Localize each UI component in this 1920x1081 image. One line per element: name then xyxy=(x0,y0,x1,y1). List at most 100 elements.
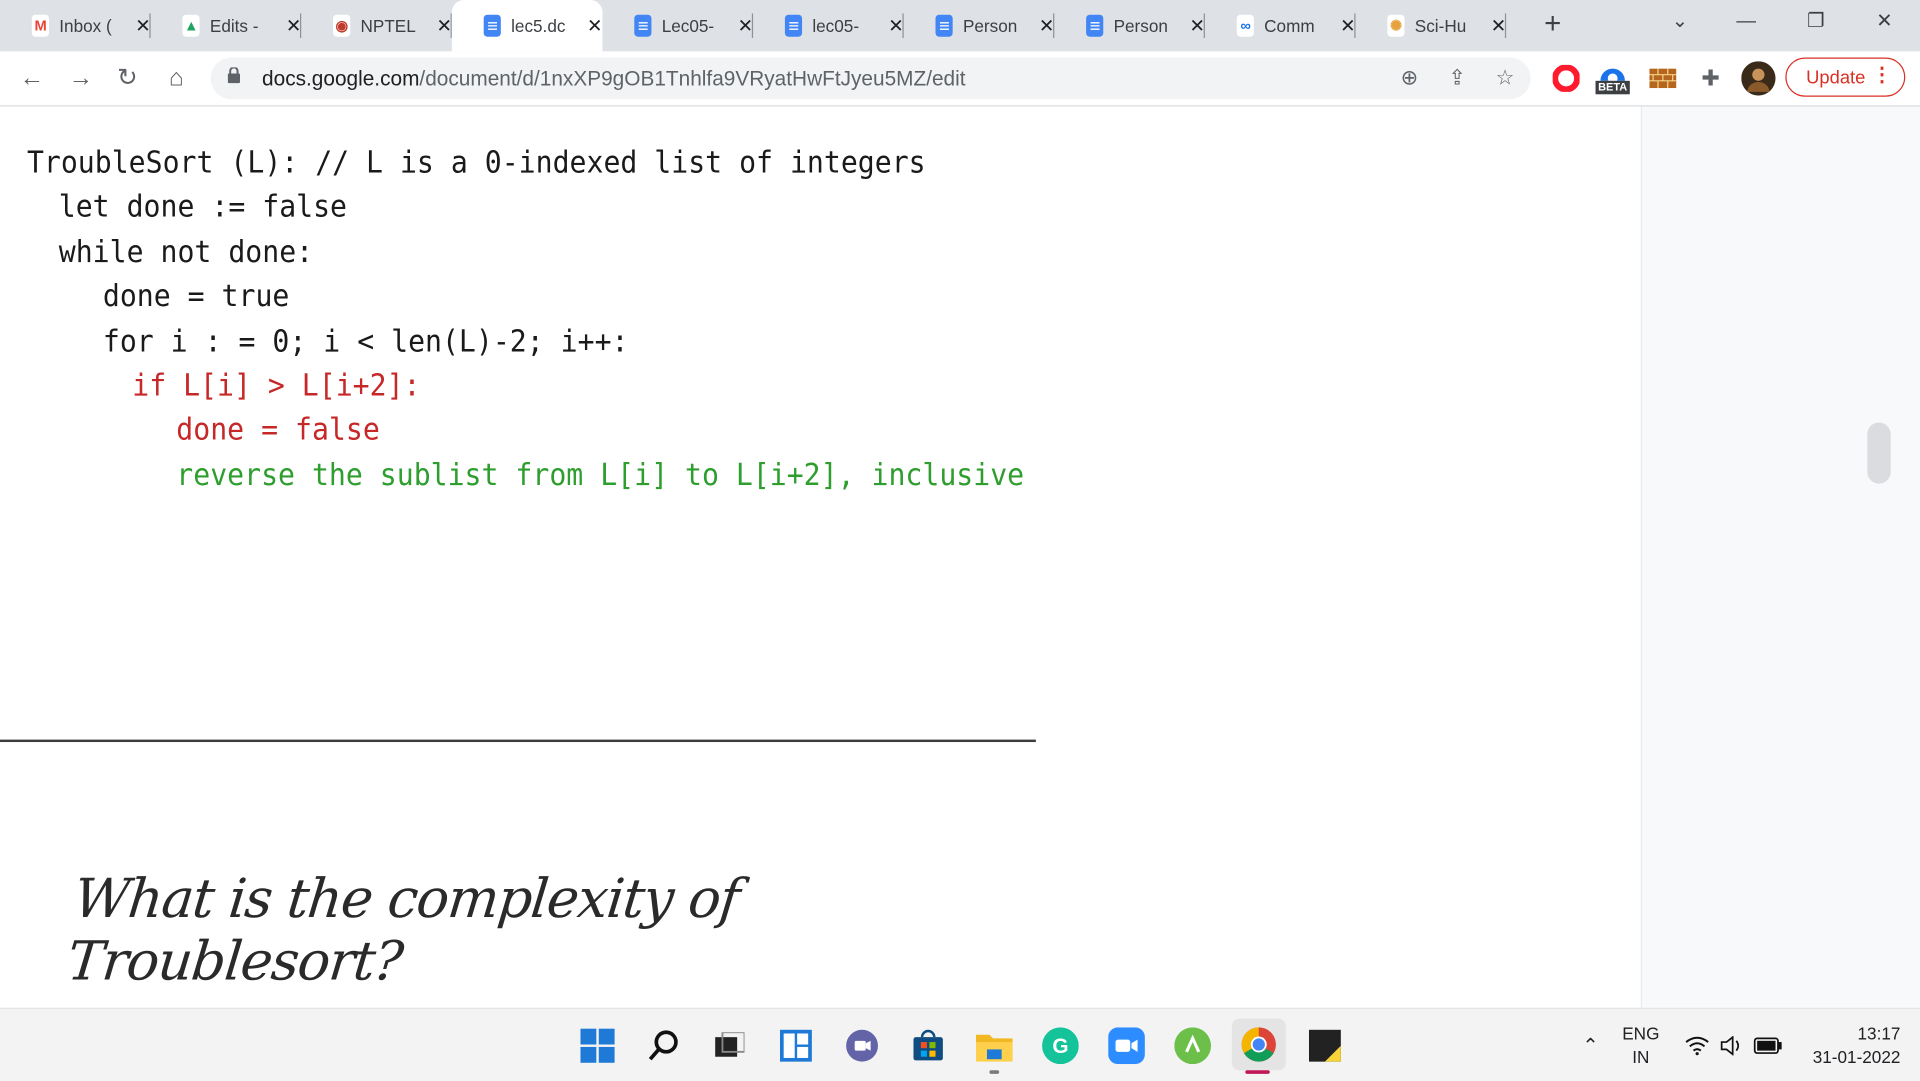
browser-tab[interactable]: lec5.dc ✕ xyxy=(451,0,603,52)
document-page[interactable]: TroubleSort (L): // L is a 0-indexed lis… xyxy=(0,106,1036,1008)
tab-close-icon[interactable]: ✕ xyxy=(587,15,602,37)
docs-side-panel xyxy=(1640,106,1920,1008)
tab-title: Person xyxy=(962,15,1018,36)
search-icon[interactable] xyxy=(644,1026,683,1065)
volume-icon[interactable] xyxy=(1719,1009,1743,1081)
update-button[interactable]: Update ⋮ xyxy=(1785,57,1906,97)
browser-tab[interactable]: ✺ Sci-Hu ✕ xyxy=(1356,0,1507,51)
file-explorer-icon[interactable] xyxy=(975,1026,1014,1065)
browser-tab[interactable]: M Inbox ( ✕ xyxy=(0,0,151,51)
browser-tab[interactable]: Person ✕ xyxy=(904,0,1055,51)
code-line: if L[i] > L[i+2]: xyxy=(132,367,421,403)
share-icon[interactable]: ⇪ xyxy=(1444,65,1471,92)
google-docs-icon xyxy=(483,14,502,37)
explorer-running-indicator xyxy=(989,1070,1000,1074)
microsoft-store-icon[interactable] xyxy=(909,1026,948,1065)
beta-extension-icon[interactable]: BETA xyxy=(1595,61,1630,95)
link-icon: ∞ xyxy=(1236,14,1255,37)
tab-separator xyxy=(1504,13,1507,38)
code-line: let done := false xyxy=(58,189,348,225)
minimize-button[interactable]: — xyxy=(1722,0,1771,44)
tab-title: Person xyxy=(1113,15,1168,36)
browser-tab[interactable]: Person ✕ xyxy=(1054,0,1205,51)
language-code: ENG xyxy=(1622,1023,1660,1043)
tab-title: Sci-Hu xyxy=(1414,15,1467,36)
tab-close-icon[interactable]: ✕ xyxy=(1340,15,1355,37)
brick-extension-icon[interactable] xyxy=(1646,61,1680,95)
update-label: Update xyxy=(1806,66,1866,88)
address-bar[interactable]: docs.google.com/document/d/1nxXP9gOB1Tnh… xyxy=(210,57,1531,100)
code-line: done = true xyxy=(102,278,290,314)
tab-close-icon[interactable]: ✕ xyxy=(1491,15,1506,37)
browser-tab[interactable]: lec05- ✕ xyxy=(753,0,904,51)
scrollbar-thumb[interactable] xyxy=(1867,422,1891,484)
profile-avatar[interactable] xyxy=(1741,61,1776,96)
task-view-icon[interactable] xyxy=(710,1026,749,1065)
url-host: docs.google.com xyxy=(262,67,420,91)
new-tab-button[interactable]: + xyxy=(1534,6,1571,43)
extensions-puzzle-icon[interactable]: ✚ xyxy=(1693,61,1727,95)
widgets-icon[interactable] xyxy=(776,1026,815,1065)
language-indicator[interactable]: ENG IN xyxy=(1616,1009,1665,1081)
handwritten-question: What is the complexity of Troublesort? xyxy=(64,868,742,994)
sci-hub-icon: ✺ xyxy=(1387,14,1405,37)
windows-start-icon[interactable] xyxy=(578,1026,617,1065)
close-window-button[interactable]: ✕ xyxy=(1860,0,1909,44)
tab-title: Lec05- xyxy=(661,15,715,36)
code-line: reverse the sublist from L[i] to L[i+2],… xyxy=(176,456,1025,493)
code-line: TroubleSort (L): // L is a 0-indexed lis… xyxy=(26,144,926,181)
clock-time: 13:17 xyxy=(1857,1023,1901,1043)
browser-tab[interactable]: ∞ Comm ✕ xyxy=(1205,0,1356,51)
zoom-app-icon[interactable] xyxy=(1107,1026,1146,1065)
google-docs-icon xyxy=(784,14,803,37)
browser-tab[interactable]: Lec05- ✕ xyxy=(602,0,754,51)
more-menu-icon[interactable]: ⋮ xyxy=(1872,65,1892,87)
google-docs-icon xyxy=(935,14,954,37)
bookmark-star-icon[interactable]: ☆ xyxy=(1491,65,1518,92)
beta-badge: BETA xyxy=(1595,80,1630,94)
opera-extension-icon[interactable] xyxy=(1549,61,1583,95)
teams-chat-icon[interactable] xyxy=(842,1026,881,1065)
back-button[interactable]: ← xyxy=(15,61,49,95)
reload-button[interactable]: ↻ xyxy=(110,61,144,95)
sticky-notes-icon[interactable] xyxy=(1305,1026,1344,1065)
home-button[interactable]: ⌂ xyxy=(159,61,193,95)
chrome-running-indicator xyxy=(1245,1070,1270,1074)
tab-close-icon[interactable]: ✕ xyxy=(888,15,903,37)
tab-close-icon[interactable]: ✕ xyxy=(436,15,451,37)
page-right-margin xyxy=(1035,106,1641,1008)
browser-tab[interactable]: ▲ Edits - ✕ xyxy=(151,0,302,51)
forward-button[interactable]: → xyxy=(64,61,98,95)
battery-icon[interactable] xyxy=(1753,1009,1782,1081)
windows-taskbar: G ⌃ ENG IN 13:17 31-01-2022 xyxy=(0,1007,1920,1081)
tab-search-chevron-icon[interactable]: ⌄ xyxy=(1656,0,1705,44)
restore-button[interactable]: ❐ xyxy=(1791,0,1840,44)
lock-icon[interactable] xyxy=(227,67,241,84)
browser-tab[interactable]: ◉ NPTEL ✕ xyxy=(301,0,452,51)
tab-close-icon[interactable]: ✕ xyxy=(135,15,150,37)
clock[interactable]: 13:17 31-01-2022 xyxy=(1795,1009,1901,1081)
google-docs-icon xyxy=(634,14,652,37)
tab-title: Inbox ( xyxy=(59,15,112,36)
tab-title: Edits - xyxy=(209,15,259,36)
tab-title: NPTEL xyxy=(360,15,416,36)
tab-close-icon[interactable]: ✕ xyxy=(286,15,301,37)
chrome-icon[interactable] xyxy=(1231,1018,1286,1071)
wifi-icon[interactable] xyxy=(1685,1009,1709,1081)
document-viewport: TroubleSort (L): // L is a 0-indexed lis… xyxy=(0,106,1920,1008)
google-docs-icon xyxy=(1086,14,1104,37)
app-green-icon[interactable] xyxy=(1173,1026,1212,1065)
show-hidden-icons-chevron-icon[interactable]: ⌃ xyxy=(1580,1009,1602,1081)
zoom-icon[interactable]: ⊕ xyxy=(1396,65,1423,92)
gmail-icon: M xyxy=(31,14,50,37)
nptel-icon: ◉ xyxy=(333,14,351,37)
horizontal-rule xyxy=(0,739,1036,743)
tab-close-icon[interactable]: ✕ xyxy=(738,15,753,37)
code-line: for i : = 0; i < len(L)-2; i++: xyxy=(102,322,629,359)
pseudocode-block: TroubleSort (L): // L is a 0-indexed lis… xyxy=(27,141,1024,498)
tab-close-icon[interactable]: ✕ xyxy=(1039,15,1054,37)
url-text[interactable]: docs.google.com/document/d/1nxXP9gOB1Tnh… xyxy=(262,67,966,91)
clock-date: 31-01-2022 xyxy=(1812,1046,1901,1066)
tab-close-icon[interactable]: ✕ xyxy=(1190,15,1205,37)
grammarly-icon[interactable]: G xyxy=(1041,1026,1080,1065)
